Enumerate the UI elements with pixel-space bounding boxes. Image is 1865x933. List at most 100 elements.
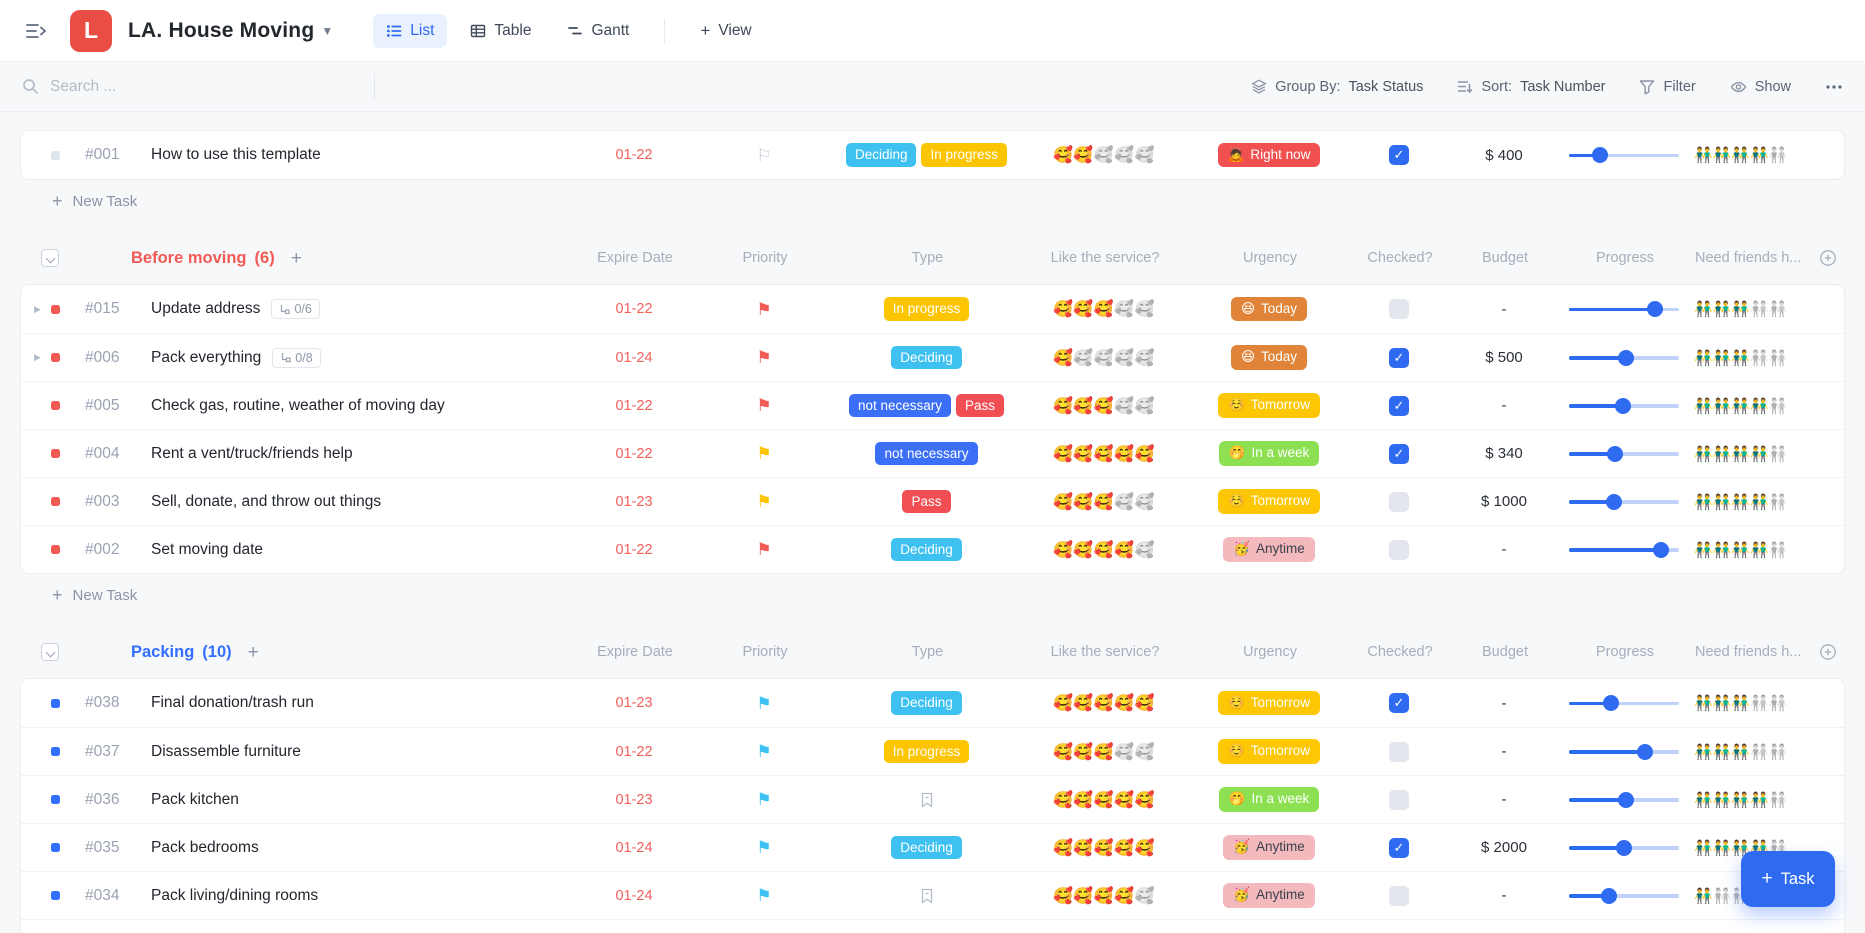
checkbox[interactable] bbox=[1389, 492, 1409, 512]
bookmark-icon[interactable] bbox=[920, 888, 934, 904]
checkbox[interactable]: ✓ bbox=[1389, 396, 1409, 416]
filter-button[interactable]: Filter bbox=[1639, 79, 1695, 95]
type-badge[interactable]: Deciding bbox=[891, 836, 962, 860]
checkbox[interactable]: ✓ bbox=[1389, 444, 1409, 464]
progress-slider[interactable] bbox=[1569, 350, 1679, 366]
column-header-need-friends-h[interactable]: Need friends h... bbox=[1695, 250, 1810, 266]
sidebar-toggle-icon[interactable] bbox=[26, 22, 48, 40]
service-rating[interactable]: 🥰🥰🥰🥰🥰 bbox=[1014, 299, 1194, 319]
chevron-down-icon[interactable]: ▼ bbox=[321, 24, 333, 38]
checkbox[interactable] bbox=[1389, 742, 1409, 762]
expire-date-value[interactable]: 01-22 bbox=[579, 398, 689, 414]
subtask-badge[interactable]: 0/6 bbox=[271, 299, 319, 319]
type-badge[interactable]: Pass bbox=[902, 490, 950, 514]
column-header-expire-date[interactable]: Expire Date bbox=[580, 644, 690, 660]
type-badge[interactable]: In progress bbox=[921, 143, 1007, 167]
urgency-badge[interactable]: ☺️Tomorrow bbox=[1218, 691, 1320, 716]
service-rating[interactable]: 🥰🥰🥰🥰🥰 bbox=[1014, 742, 1194, 762]
column-header-need-friends-h[interactable]: Need friends h... bbox=[1695, 644, 1810, 660]
friends-rating[interactable]: 👬👬👬👬👬 bbox=[1694, 694, 1809, 712]
progress-handle[interactable] bbox=[1592, 147, 1608, 163]
subtask-badge[interactable]: 0/8 bbox=[272, 348, 320, 368]
priority-flag-icon[interactable]: ⚑ bbox=[756, 695, 771, 712]
progress-handle[interactable] bbox=[1601, 888, 1617, 904]
task-title[interactable]: Check gas, routine, weather of moving da… bbox=[151, 397, 445, 415]
task-title[interactable]: Rent a vent/truck/friends help bbox=[151, 445, 353, 463]
budget-value[interactable]: - bbox=[1454, 397, 1554, 414]
checkbox[interactable]: ✓ bbox=[1389, 348, 1409, 368]
priority-flag-icon[interactable]: ⚑ bbox=[756, 839, 771, 856]
type-badge[interactable]: In progress bbox=[884, 740, 970, 764]
group-collapse-toggle[interactable] bbox=[41, 643, 59, 661]
column-header-progress[interactable]: Progress bbox=[1555, 250, 1695, 266]
expire-date-value[interactable]: 01-24 bbox=[579, 350, 689, 366]
priority-flag-icon[interactable]: ⚑ bbox=[756, 791, 771, 808]
budget-value[interactable]: $ 2000 bbox=[1454, 839, 1554, 856]
project-title[interactable]: LA. House Moving bbox=[128, 19, 314, 43]
tab-list[interactable]: List bbox=[373, 14, 447, 48]
priority-flag-icon[interactable]: ⚑ bbox=[756, 349, 771, 366]
add-column-button[interactable] bbox=[1819, 249, 1837, 267]
new-task-button[interactable]: +New Task bbox=[20, 180, 1845, 222]
budget-value[interactable]: - bbox=[1454, 541, 1554, 558]
task-title[interactable]: Pack everything bbox=[151, 349, 261, 367]
progress-handle[interactable] bbox=[1653, 542, 1669, 558]
expire-date-value[interactable]: 01-23 bbox=[579, 792, 689, 808]
friends-rating[interactable]: 👬👬👬👬👬 bbox=[1694, 445, 1809, 463]
checkbox[interactable]: ✓ bbox=[1389, 145, 1409, 165]
priority-flag-icon[interactable]: ⚑ bbox=[756, 493, 771, 510]
urgency-badge[interactable]: 🥳Anytime bbox=[1223, 883, 1315, 908]
type-badge[interactable]: Pass bbox=[956, 394, 1004, 418]
expire-date-value[interactable]: 01-24 bbox=[579, 888, 689, 904]
priority-flag-icon[interactable]: ⚑ bbox=[756, 541, 771, 558]
progress-handle[interactable] bbox=[1607, 446, 1623, 462]
priority-flag-icon[interactable]: ⚑ bbox=[756, 887, 771, 904]
group-collapse-toggle[interactable] bbox=[41, 249, 59, 267]
project-logo[interactable]: L bbox=[70, 10, 112, 52]
expire-date-value[interactable]: 01-23 bbox=[579, 695, 689, 711]
expire-date-value[interactable]: 01-22 bbox=[579, 147, 689, 163]
task-title[interactable]: Sell, donate, and throw out things bbox=[151, 493, 381, 511]
column-header-checked[interactable]: Checked? bbox=[1345, 644, 1455, 660]
checkbox[interactable] bbox=[1389, 886, 1409, 906]
column-header-type[interactable]: Type bbox=[840, 644, 1015, 660]
friends-rating[interactable]: 👬👬👬👬👬 bbox=[1694, 300, 1809, 318]
task-title[interactable]: How to use this template bbox=[151, 146, 321, 164]
priority-flag-icon[interactable]: ⚑ bbox=[756, 743, 771, 760]
task-title[interactable]: Final donation/trash run bbox=[151, 694, 314, 712]
priority-flag-icon[interactable]: ⚑ bbox=[756, 445, 771, 462]
progress-slider[interactable] bbox=[1569, 147, 1679, 163]
progress-slider[interactable] bbox=[1569, 888, 1679, 904]
task-title[interactable]: Set moving date bbox=[151, 541, 263, 559]
service-rating[interactable]: 🥰🥰🥰🥰🥰 bbox=[1014, 396, 1194, 416]
friends-rating[interactable]: 👬👬👬👬👬 bbox=[1694, 493, 1809, 511]
column-header-urgency[interactable]: Urgency bbox=[1195, 644, 1345, 660]
budget-value[interactable]: - bbox=[1454, 301, 1554, 318]
urgency-badge[interactable]: 🥳Anytime bbox=[1223, 537, 1315, 562]
urgency-badge[interactable]: 🤭In a week bbox=[1219, 787, 1320, 812]
progress-handle[interactable] bbox=[1637, 744, 1653, 760]
progress-handle[interactable] bbox=[1615, 398, 1631, 414]
service-rating[interactable]: 🥰🥰🥰🥰🥰 bbox=[1014, 492, 1194, 512]
bookmark-icon[interactable] bbox=[920, 792, 934, 808]
expand-arrow-icon[interactable]: ▶ bbox=[34, 352, 41, 363]
service-rating[interactable]: 🥰🥰🥰🥰🥰 bbox=[1014, 540, 1194, 560]
column-header-like-the-service[interactable]: Like the service? bbox=[1015, 644, 1195, 660]
checkbox[interactable] bbox=[1389, 790, 1409, 810]
new-task-button[interactable]: +New Task bbox=[20, 574, 1845, 616]
progress-handle[interactable] bbox=[1606, 494, 1622, 510]
column-header-budget[interactable]: Budget bbox=[1455, 644, 1555, 660]
column-header-type[interactable]: Type bbox=[840, 250, 1015, 266]
tab-gantt[interactable]: Gantt bbox=[554, 14, 642, 48]
friends-rating[interactable]: 👬👬👬👬👬 bbox=[1694, 791, 1809, 809]
column-header-urgency[interactable]: Urgency bbox=[1195, 250, 1345, 266]
expire-date-value[interactable]: 01-22 bbox=[579, 542, 689, 558]
progress-handle[interactable] bbox=[1603, 695, 1619, 711]
show-button[interactable]: Show bbox=[1730, 79, 1791, 95]
progress-slider[interactable] bbox=[1569, 744, 1679, 760]
add-column-button[interactable] bbox=[1819, 643, 1837, 661]
progress-slider[interactable] bbox=[1569, 840, 1679, 856]
type-badge[interactable]: not necessary bbox=[849, 394, 951, 418]
budget-value[interactable]: - bbox=[1454, 695, 1554, 712]
urgency-badge[interactable]: 🙇Right now bbox=[1218, 143, 1321, 168]
